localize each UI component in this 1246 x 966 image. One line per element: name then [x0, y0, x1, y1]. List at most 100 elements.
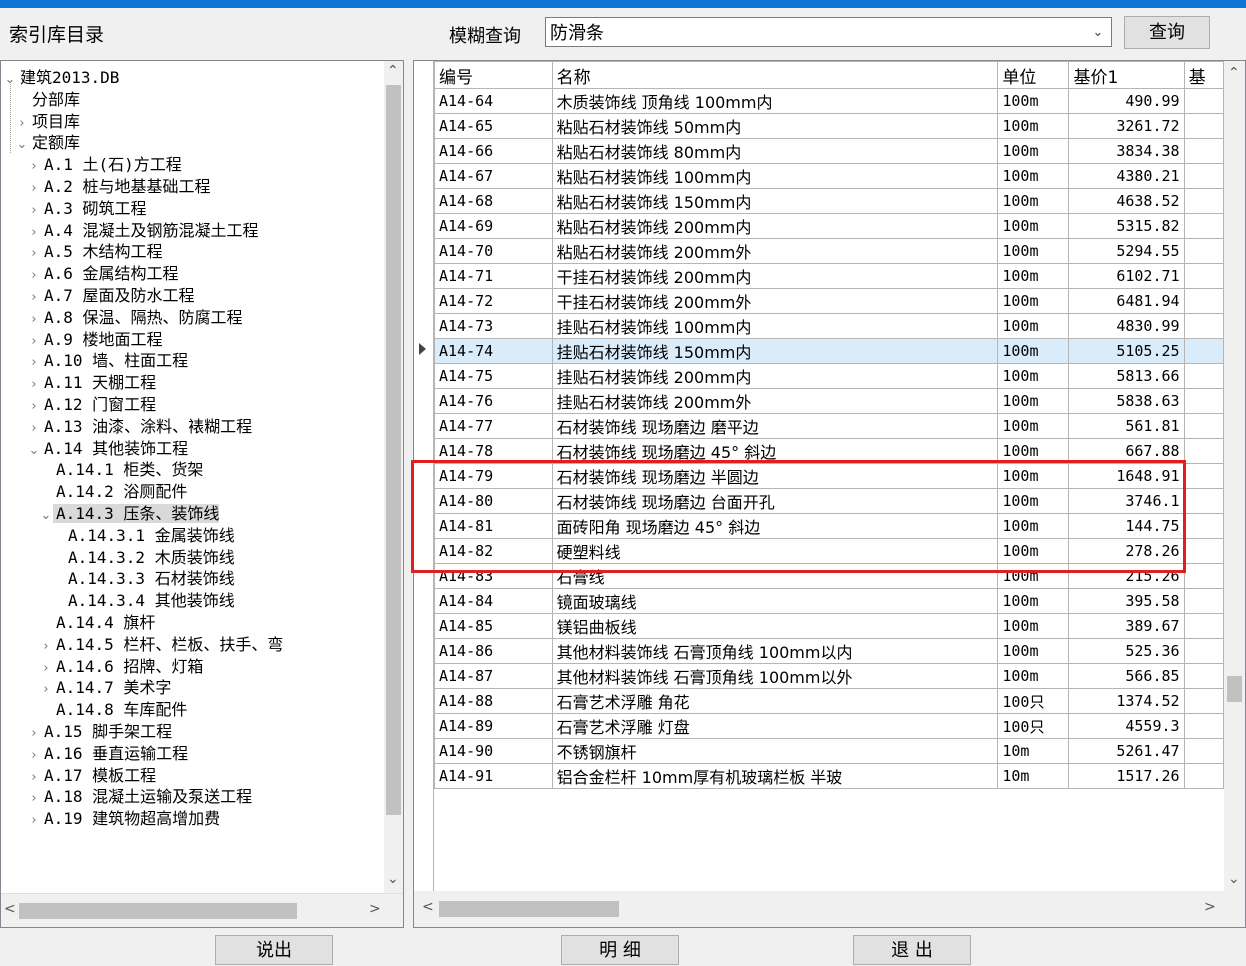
collapse-chevron-icon[interactable]: › [39, 679, 53, 700]
table-row[interactable]: A14-67 粘贴石材装饰线 100mm内 100m 4380.21 [434, 163, 1224, 189]
row-code-cell[interactable]: A14-71 [434, 263, 553, 289]
row-code-cell[interactable]: A14-72 [434, 288, 553, 314]
row-unit-cell[interactable]: 100m [997, 188, 1070, 214]
table-row[interactable]: A14-68 粘贴石材装饰线 150mm内 100m 4638.52 [434, 188, 1224, 214]
exit-button[interactable]: 退 出 [853, 935, 971, 965]
row-unit-cell[interactable]: 100m [997, 313, 1070, 339]
tree-item[interactable]: › A.12 门窗工程 [27, 394, 156, 415]
tree-item-label[interactable]: 分部库 [29, 90, 80, 109]
tree-item[interactable]: › A.4 混凝土及钢筋混凝土工程 [27, 220, 258, 241]
tree-item-label[interactable]: A.1 土(石)方工程 [41, 155, 182, 174]
row-code-cell[interactable]: A14-77 [434, 413, 553, 439]
tree-horizontal-scrollbar[interactable]: < > [1, 893, 403, 927]
row-price-cell[interactable]: 4559.3 [1068, 713, 1185, 739]
table-row[interactable]: A14-71 干挂石材装饰线 200mm内 100m 6102.71 [434, 263, 1224, 289]
tree-item-label[interactable]: A.14.7 美术字 [53, 678, 171, 697]
row-code-cell[interactable]: A14-65 [434, 113, 553, 139]
collapse-chevron-icon[interactable]: › [27, 810, 41, 831]
row-unit-cell[interactable]: 100m [997, 138, 1070, 164]
table-row[interactable]: A14-75 挂贴石材装饰线 200mm内 100m 5813.66 [434, 363, 1224, 389]
scroll-up-icon[interactable]: ⌃ [387, 63, 399, 79]
tree-item-label[interactable]: A.14.2 浴厕配件 [53, 482, 187, 501]
scroll-down-icon[interactable]: ⌄ [1228, 871, 1240, 887]
row-extra-cell[interactable] [1183, 163, 1224, 189]
collapse-chevron-icon[interactable]: › [27, 723, 41, 744]
row-unit-cell[interactable]: 100m [997, 663, 1070, 689]
row-unit-cell[interactable]: 100m [997, 588, 1070, 614]
scroll-up-icon[interactable]: ⌃ [1228, 65, 1240, 81]
row-code-cell[interactable]: A14-66 [434, 138, 553, 164]
collapse-chevron-icon[interactable]: › [27, 396, 41, 417]
row-code-cell[interactable]: A14-75 [434, 363, 553, 389]
tree-item[interactable]: 分部库 [15, 89, 80, 110]
row-price-cell[interactable]: 1517.26 [1068, 763, 1185, 789]
search-combobox[interactable]: 防滑条 ⌄ [545, 17, 1112, 47]
tree-item-label[interactable]: A.17 模板工程 [41, 766, 156, 785]
tree-item-label[interactable]: A.14.5 栏杆、栏板、扶手、弯 [53, 635, 283, 654]
row-name-cell[interactable]: 不锈钢旗杆 [551, 738, 999, 764]
tree-item-label[interactable]: A.14.3.3 石材装饰线 [65, 569, 235, 588]
row-price-cell[interactable]: 1374.52 [1068, 688, 1185, 714]
tree-item-label[interactable]: A.14.3.2 木质装饰线 [65, 548, 235, 567]
collapse-chevron-icon[interactable]: › [39, 636, 53, 657]
tree-scroll-thumb[interactable] [386, 85, 401, 815]
row-unit-cell[interactable]: 100m [997, 88, 1070, 114]
row-unit-cell[interactable]: 100m [997, 613, 1070, 639]
row-code-cell[interactable]: A14-68 [434, 188, 553, 214]
tree-vertical-scrollbar[interactable]: ⌃ ⌄ [384, 61, 403, 893]
row-name-cell[interactable]: 挂贴石材装饰线 200mm外 [551, 388, 999, 414]
row-name-cell[interactable]: 石材装饰线 现场磨边 磨平边 [551, 413, 999, 439]
tree-item[interactable]: › A.17 模板工程 [27, 765, 156, 786]
expand-chevron-icon[interactable]: ⌄ [27, 440, 41, 461]
row-price-cell[interactable]: 4830.99 [1068, 313, 1185, 339]
tree-item[interactable]: › A.14.5 栏杆、栏板、扶手、弯 [39, 634, 283, 655]
chevron-down-icon[interactable]: ⌄ [1085, 25, 1111, 40]
row-extra-cell[interactable] [1183, 113, 1224, 139]
tree-item[interactable]: › A.5 木结构工程 [27, 241, 163, 264]
row-extra-cell[interactable] [1183, 713, 1224, 739]
expand-chevron-icon[interactable]: ⌄ [15, 134, 29, 155]
tree-item-label[interactable]: A.9 楼地面工程 [41, 330, 163, 349]
row-unit-cell[interactable]: 100只 [997, 713, 1070, 739]
tree-item-label[interactable]: A.2 桩与地基基础工程 [41, 177, 211, 196]
row-name-cell[interactable]: 粘贴石材装饰线 100mm内 [551, 163, 999, 189]
grid-hscroll-thumb[interactable] [439, 901, 619, 917]
tree-item-label[interactable]: A.14.4 旗杆 [53, 613, 155, 632]
tree-item[interactable]: A.14.3.4 其他装饰线 [51, 590, 235, 611]
row-price-cell[interactable]: 3834.38 [1068, 138, 1185, 164]
tree-item[interactable]: › A.18 混凝土运输及泵送工程 [27, 786, 252, 807]
row-name-cell[interactable]: 铝合金栏杆 10mm厚有机玻璃栏板 半玻 [551, 763, 999, 789]
table-row[interactable]: A14-89 石膏艺术浮雕 灯盘 100只 4559.3 [434, 713, 1224, 739]
row-price-cell[interactable]: 5315.82 [1068, 213, 1185, 239]
tree-item-label[interactable]: 建筑2013.DB [17, 68, 119, 87]
collapse-chevron-icon[interactable]: › [27, 309, 41, 330]
expand-chevron-icon[interactable]: ⌄ [39, 505, 53, 526]
row-code-cell[interactable]: A14-76 [434, 388, 553, 414]
tree-item[interactable]: › A.10 墙、柱面工程 [27, 350, 188, 371]
row-code-cell[interactable]: A14-64 [434, 88, 553, 114]
row-extra-cell[interactable] [1183, 188, 1224, 214]
row-extra-cell[interactable] [1183, 263, 1224, 289]
grid-vertical-scrollbar[interactable]: ⌃ ⌄ [1224, 61, 1245, 891]
scroll-left-icon[interactable]: < [422, 899, 434, 915]
row-code-cell[interactable]: A14-86 [434, 638, 553, 664]
row-price-cell[interactable]: 5838.63 [1068, 388, 1185, 414]
row-extra-cell[interactable] [1183, 238, 1224, 264]
table-row[interactable]: A14-72 干挂石材装饰线 200mm外 100m 6481.94 [434, 288, 1224, 314]
table-row[interactable]: A14-64 木质装饰线 顶角线 100mm内 100m 490.99 [434, 88, 1224, 114]
collapse-chevron-icon[interactable]: › [27, 243, 41, 264]
row-code-cell[interactable]: A14-67 [434, 163, 553, 189]
row-extra-cell[interactable] [1183, 338, 1224, 364]
row-unit-cell[interactable]: 100m [997, 163, 1070, 189]
row-name-cell[interactable]: 石膏艺术浮雕 角花 [551, 688, 999, 714]
row-name-cell[interactable]: 干挂石材装饰线 200mm内 [551, 263, 999, 289]
tree-hscroll-thumb[interactable] [19, 903, 297, 919]
collapse-chevron-icon[interactable]: › [27, 788, 41, 809]
table-row[interactable]: A14-70 粘贴石材装饰线 200mm外 100m 5294.55 [434, 238, 1224, 264]
tree-item-label[interactable]: A.6 金属结构工程 [41, 264, 179, 283]
row-price-cell[interactable]: 5105.25 [1068, 338, 1185, 364]
table-row[interactable]: A14-91 铝合金栏杆 10mm厚有机玻璃栏板 半玻 10m 1517.26 [434, 763, 1224, 789]
tree-item[interactable]: A.14.8 车库配件 [39, 699, 187, 720]
tree-item-label[interactable]: A.12 门窗工程 [41, 395, 156, 414]
tree-item-label[interactable]: A.5 木结构工程 [41, 242, 163, 261]
